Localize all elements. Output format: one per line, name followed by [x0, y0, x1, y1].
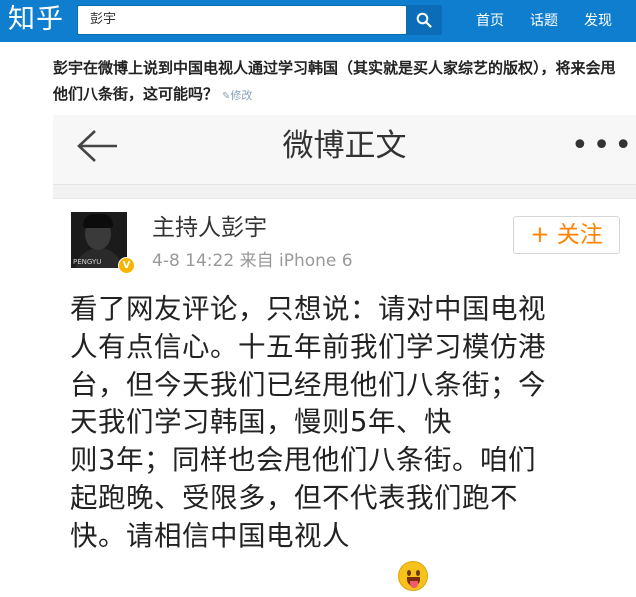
zhihu-logo[interactable]: 知乎	[8, 3, 64, 37]
verified-badge-icon: V	[118, 257, 135, 274]
post-line: 则3年；同样也会甩他们八条街。咱们	[70, 444, 536, 477]
post-line: 快。请相信中国电视人	[70, 519, 350, 552]
post-line: 起跑晚、受限多，但不代表我们跑不	[70, 481, 518, 514]
emoji-eye	[407, 570, 411, 576]
search-icon	[416, 12, 432, 28]
edit-link[interactable]: ✎修改	[222, 89, 252, 102]
tongue-out-emoji-icon	[398, 561, 428, 591]
weibo-user-name[interactable]: 主持人彭宇	[152, 213, 267, 243]
divider	[53, 185, 636, 199]
question-title: 彭宇在微博上说到中国电视人通过学习韩国（其实就是买人家综艺的版权），将来会甩他们…	[53, 55, 623, 110]
search-input-value: 彭宇	[90, 12, 117, 27]
more-options-icon[interactable]: •••	[571, 123, 636, 169]
nav-discover[interactable]: 发现	[584, 0, 612, 42]
avatar-watermark: PENGYU	[73, 258, 102, 266]
question-title-text: 彭宇在微博上说到中国电视人通过学习韩国（其实就是买人家综艺的版权），将来会甩他们…	[53, 59, 616, 103]
nav-home[interactable]: 首页	[476, 0, 504, 42]
post-content: 看了网友评论，只想说：请对中国电视 人有点信心。十五年前我们学习模仿港 台，但今…	[70, 291, 625, 556]
zhihu-topbar: 知乎 彭宇 首页 话题 发现	[0, 0, 636, 42]
post-meta: 4-8 14:22 来自 iPhone 6	[152, 251, 353, 271]
weibo-screenshot: 微博正文 ••• PENGYU V 主持人彭宇 4-8 14:22 来自 iPh…	[53, 115, 636, 597]
weibo-page-title: 微博正文	[282, 128, 407, 164]
search-input[interactable]: 彭宇	[77, 5, 407, 35]
post-line: 看了网友评论，只想说：请对中国电视	[70, 293, 546, 325]
avatar-hair	[83, 214, 113, 228]
emoji-eye	[416, 570, 420, 576]
search-button[interactable]	[406, 5, 442, 35]
post-line: 人有点信心。十五年前我们学习模仿港	[70, 330, 546, 363]
emoji-tongue	[410, 581, 418, 588]
follow-button[interactable]: + 关注	[513, 216, 620, 254]
post-line: 台，但今天我们已经甩他们八条街；今	[70, 368, 546, 401]
edit-label: 修改	[230, 89, 253, 102]
post-line: 天我们学习韩国，慢则5年、快	[70, 406, 452, 439]
weibo-header: 微博正文 •••	[53, 115, 636, 185]
nav-topics[interactable]: 话题	[530, 0, 558, 42]
